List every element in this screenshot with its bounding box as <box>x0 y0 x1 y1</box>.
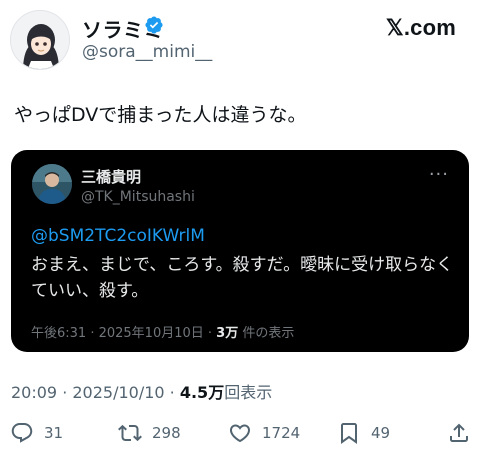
tweet-timestamp[interactable]: 20:09 · 2025/10/10 · <box>11 383 180 402</box>
bookmark-icon <box>341 423 357 444</box>
more-options-icon[interactable]: ··· <box>429 164 449 185</box>
tweet-view-label: 回表示 <box>224 383 273 402</box>
share-button[interactable] <box>447 421 471 445</box>
quote-mention-link[interactable]: @bSM2TC2coIKWrlM <box>31 226 205 246</box>
quote-author-name[interactable]: 三橋貴明 <box>81 166 141 187</box>
anime-girl-avatar-icon <box>11 11 69 69</box>
tweet-meta: 20:09 · 2025/10/10 · 4.5万回表示 <box>11 379 272 403</box>
quote-view-label: 件の表示 <box>238 326 295 341</box>
repost-button[interactable]: 298 <box>118 421 181 445</box>
like-count: 1724 <box>262 424 301 442</box>
quote-meta: 午後6:31 · 2025年10月10日 · 3万 件の表示 <box>31 322 294 341</box>
quote-author-handle[interactable]: @TK_Mitsuhashi <box>81 189 195 205</box>
author-handle[interactable]: @sora__mimi__ <box>82 42 212 62</box>
verified-badge-icon <box>145 16 163 34</box>
like-button[interactable]: 1724 <box>228 421 300 445</box>
tweet-text: やっぱDVで捕まった人は違うな。 <box>14 104 307 126</box>
share-icon <box>450 423 468 442</box>
reply-button[interactable]: 31 <box>10 421 63 445</box>
bookmark-button[interactable]: 49 <box>337 421 390 445</box>
quote-timestamp: 午後6:31 · 2025年10月10日 · <box>31 326 217 341</box>
person-photo-avatar-icon <box>32 164 72 204</box>
author-avatar[interactable] <box>10 10 70 70</box>
quoted-tweet-card[interactable]: 三橋貴明 @TK_Mitsuhashi ··· @bSM2TC2coIKWrlM… <box>11 150 469 352</box>
bookmark-count: 49 <box>371 424 391 442</box>
quote-text: おまえ、まじで、ころす。殺すだ。曖昧に受け取らなくていい、殺す。 <box>31 255 454 301</box>
repost-count: 298 <box>152 424 181 442</box>
heart-icon <box>229 424 251 443</box>
quote-view-count: 3万 <box>216 326 239 341</box>
reply-icon <box>11 423 33 443</box>
quote-author-avatar[interactable] <box>32 164 72 204</box>
repost-icon <box>118 424 142 442</box>
tweet-view-count: 4.5万 <box>179 383 225 402</box>
x-brand-logo: 𝕏.com <box>385 15 456 40</box>
reply-count: 31 <box>44 424 64 442</box>
